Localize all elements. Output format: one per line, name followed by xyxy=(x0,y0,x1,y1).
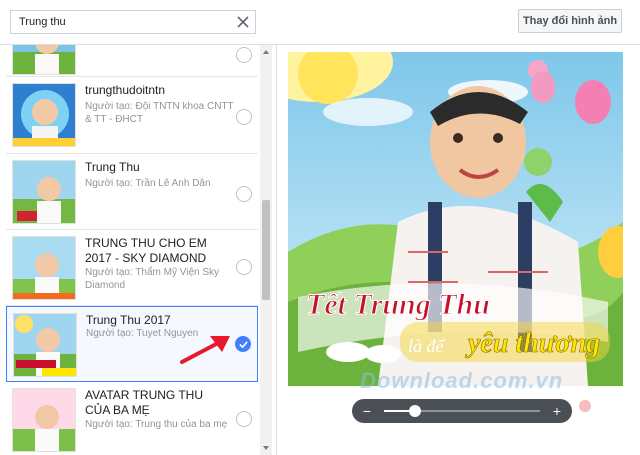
frame-creator: Người tạo: Trần Lê Anh Dân xyxy=(85,178,211,189)
zoom-track[interactable] xyxy=(384,405,540,417)
frame-title: Trung Thu xyxy=(85,160,140,174)
frame-title: TRUNG THU CHO EM 2017 - SKY DIAMOND xyxy=(85,236,207,265)
scroll-thumb[interactable] xyxy=(262,200,270,300)
frame-radio-checked[interactable] xyxy=(235,336,251,352)
frame-thumbnail xyxy=(12,83,76,147)
banner-line2b: yêu thương xyxy=(465,328,600,359)
preview-artwork: Tết Trung Thu là để yêu thương xyxy=(288,52,623,386)
clear-icon[interactable] xyxy=(236,15,250,29)
scroll-up-icon[interactable] xyxy=(263,49,269,55)
frame-item[interactable]: AVATAR TRUNG THU CỦA BA MẸ Người tạo: Tr… xyxy=(6,382,258,455)
check-icon xyxy=(239,341,248,349)
frame-thumbnail xyxy=(12,388,76,452)
frame-creator: Người tạo: Trung thu của ba mẹ xyxy=(85,419,228,430)
download-watermark: Download.com.vn xyxy=(360,368,564,393)
frame-radio[interactable] xyxy=(236,109,252,125)
scroll-down-icon[interactable] xyxy=(263,445,269,451)
frame-item[interactable]: Trung Thu Người tạo: Trần Lê Anh Dân xyxy=(6,154,258,230)
frame-preview: Tết Trung Thu là để yêu thương xyxy=(288,52,623,386)
frame-radio[interactable] xyxy=(236,259,252,275)
frame-thumbnail xyxy=(12,236,76,300)
frame-picker-dialog: Thay đổi hình ảnh trungthudoitntn Người … xyxy=(0,0,640,455)
frame-title: AVATAR TRUNG THU CỦA BA MẸ xyxy=(85,388,204,417)
red-arrow-icon xyxy=(180,336,230,364)
panel-divider xyxy=(276,45,277,455)
frame-list-panel: trungthudoitntn Người tạo: Đội TNTN khoa… xyxy=(0,45,276,455)
frame-thumbnail xyxy=(13,313,77,377)
frame-title: trungthudoitntn xyxy=(85,83,166,97)
banner-line2a: là để xyxy=(408,336,446,356)
change-image-button[interactable]: Thay đổi hình ảnh xyxy=(518,9,622,33)
frame-thumbnail xyxy=(12,160,76,224)
frame-title: Trung Thu 2017 xyxy=(86,313,171,327)
frame-radio[interactable] xyxy=(236,47,252,63)
zoom-in-button[interactable]: + xyxy=(550,402,564,420)
zoom-out-button[interactable]: − xyxy=(360,402,374,420)
banner-line1: Tết Trung Thu xyxy=(306,288,490,321)
frame-list: trungthudoitntn Người tạo: Đội TNTN khoa… xyxy=(0,45,260,455)
zoom-slider-bar: − + xyxy=(352,399,572,423)
zoom-slider-handle[interactable] xyxy=(409,405,422,417)
search-input[interactable] xyxy=(11,11,237,33)
frame-radio[interactable] xyxy=(236,186,252,202)
frame-item[interactable]: trungthudoitntn Người tạo: Đội TNTN khoa… xyxy=(6,77,258,154)
search-box xyxy=(10,10,256,34)
frame-thumbnail xyxy=(12,45,76,75)
frame-creator: Người tạo: Thẩm Mỹ Viện Sky Diamond xyxy=(85,267,220,291)
frame-item[interactable]: TRUNG THU CHO EM 2017 - SKY DIAMOND Ngườ… xyxy=(6,230,258,306)
frame-radio[interactable] xyxy=(236,411,252,427)
list-scrollbar[interactable] xyxy=(260,45,272,455)
frame-item[interactable] xyxy=(6,45,258,77)
frame-creator: Người tạo: Đội TNTN khoa CNTT & TT - ĐHC… xyxy=(85,101,234,125)
